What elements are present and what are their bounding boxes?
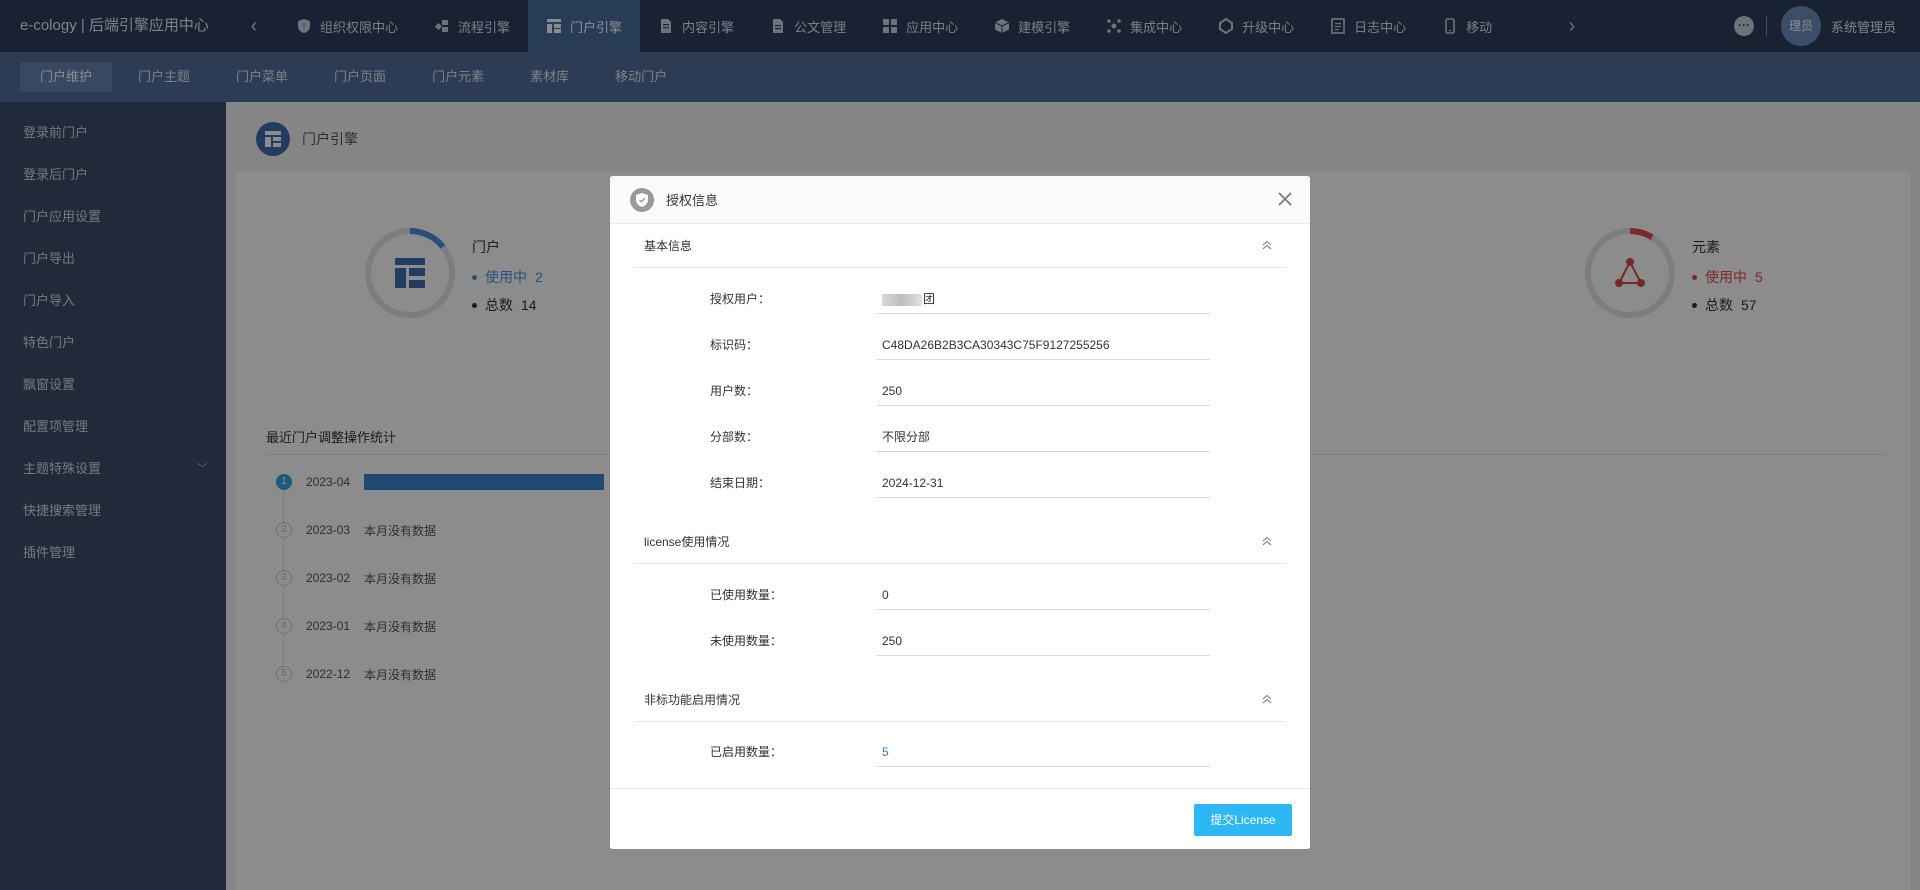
chevron-up-icon[interactable]	[1260, 238, 1274, 252]
form-row: 已使用数量： 0	[610, 580, 1310, 610]
field-label: 授权用户：	[710, 292, 771, 306]
field-value-text: 5	[882, 745, 889, 759]
field-value[interactable]: 0	[877, 580, 1210, 610]
field-value-text: 250	[882, 634, 903, 648]
chevron-up-icon[interactable]	[1260, 692, 1274, 706]
section-basic[interactable]: 基本信息	[634, 224, 1286, 268]
field-value[interactable]: 5	[877, 737, 1210, 767]
chevron-up-icon[interactable]	[1260, 534, 1274, 548]
submit-license-button[interactable]: 提交License	[1194, 804, 1292, 836]
field-value-text: 250	[882, 384, 903, 398]
field-label: 用户数：	[710, 384, 759, 398]
dialog-body[interactable]: 基本信息授权用户： 团标识码： C48DA26B2B3CA30343C75F9127…	[610, 224, 1310, 788]
shield-icon	[630, 187, 654, 212]
field-label: 标识码：	[710, 338, 759, 352]
section-title: 基本信息	[644, 239, 693, 253]
field-value[interactable]: 不限分部	[877, 422, 1210, 452]
form-row: 分部数： 不限分部	[610, 422, 1310, 452]
field-value-text: 团	[923, 292, 936, 306]
section-title: 非标功能启用情况	[644, 693, 741, 707]
section-title: license使用情况	[644, 535, 730, 549]
close-icon[interactable]	[1276, 190, 1294, 208]
field-label: 结束日期：	[710, 476, 771, 490]
form-row: 授权用户： 团	[610, 284, 1310, 314]
field-value[interactable]: 250	[877, 626, 1210, 656]
redacted-text	[882, 293, 922, 306]
field-label: 已启用数量：	[710, 745, 783, 759]
field-value-text: 2024-12-31	[882, 476, 944, 490]
field-label: 未使用数量：	[710, 634, 783, 648]
form-row: 结束日期： 2024-12-31	[610, 468, 1310, 498]
field-label: 已使用数量：	[710, 588, 783, 602]
dialog-footer: 提交License	[610, 788, 1310, 849]
field-value-text: 0	[882, 588, 889, 602]
field-value-text: C48DA26B2B3CA30343C75F9127255256	[882, 338, 1110, 352]
field-value[interactable]: 团	[877, 284, 1210, 314]
field-label: 分部数：	[710, 430, 759, 444]
dialog-header: 授权信息	[610, 176, 1310, 224]
form-row: 未使用数量： 250	[610, 626, 1310, 656]
field-value[interactable]: 250	[877, 376, 1210, 406]
field-value-text: 不限分部	[882, 430, 931, 444]
section-nonstd[interactable]: 非标功能启用情况	[634, 678, 1286, 722]
dialog-title: 授权信息	[666, 193, 719, 208]
form-row: 标识码： C48DA26B2B3CA30343C75F9127255256	[610, 330, 1310, 360]
form-row: 已启用数量： 5	[610, 737, 1310, 767]
form-row: 用户数： 250	[610, 376, 1310, 406]
field-value[interactable]: 2024-12-31	[877, 468, 1210, 498]
field-value[interactable]: C48DA26B2B3CA30343C75F9127255256	[877, 330, 1210, 360]
license-dialog: 授权信息 基本信息授权用户： 团标识码： C48DA26B2B3CA30343C75…	[610, 176, 1310, 849]
section-license[interactable]: license使用情况	[634, 520, 1286, 564]
